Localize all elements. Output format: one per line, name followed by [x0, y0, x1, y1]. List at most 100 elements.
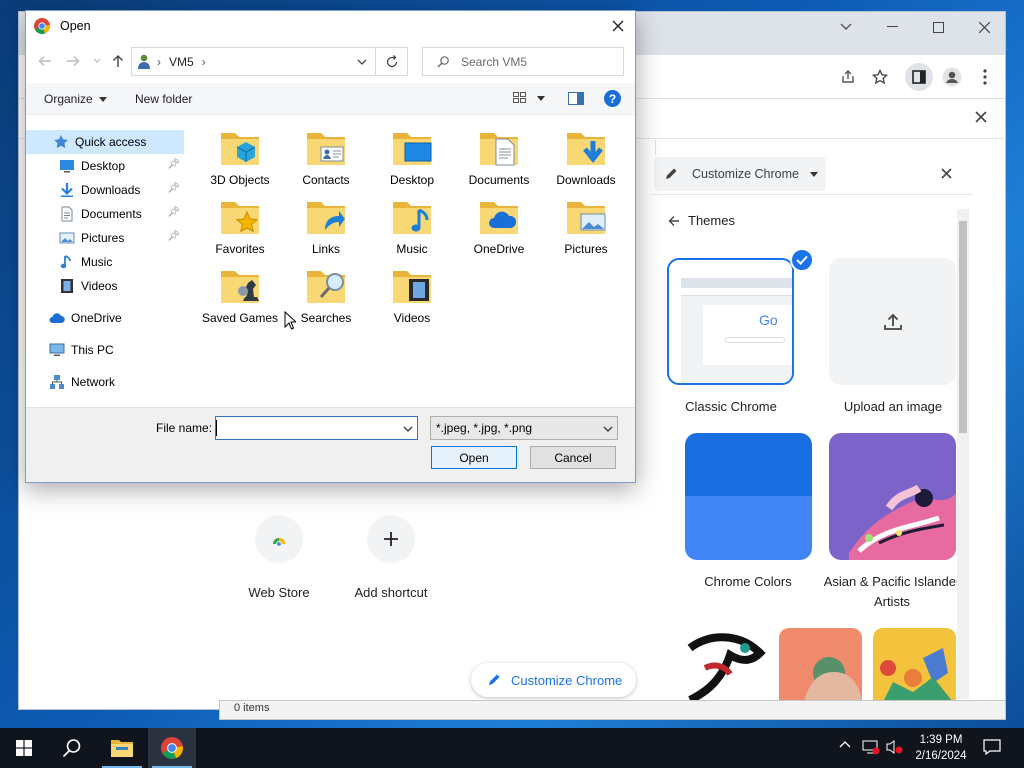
close-window-button[interactable]: [961, 12, 1007, 42]
file-name-combobox[interactable]: [215, 416, 418, 440]
organize-button[interactable]: Organize: [44, 92, 107, 106]
nav-onedrive[interactable]: OneDrive: [26, 306, 184, 330]
nav-item-videos[interactable]: Videos: [26, 274, 184, 298]
theme-card-upload-image[interactable]: [829, 258, 956, 385]
download-arrow-icon: [61, 183, 73, 197]
theme-card-art-1[interactable]: [685, 628, 768, 702]
minimize-button[interactable]: [869, 12, 915, 42]
bookmark-star-icon[interactable]: [866, 63, 894, 91]
ntp-tile-add-shortcut[interactable]: Add shortcut: [346, 515, 436, 600]
ntp-tile-web-store[interactable]: Web Store: [234, 515, 324, 600]
file-explorer-icon: [111, 740, 133, 757]
theme-card-asian-pacific-artists[interactable]: [829, 433, 956, 560]
open-button[interactable]: Open: [431, 446, 517, 469]
menu-kebab-icon[interactable]: [971, 63, 999, 91]
nav-network[interactable]: Network: [26, 370, 184, 394]
theme-card-chrome-colors[interactable]: [685, 433, 812, 560]
nav-item-downloads[interactable]: Downloads 📌︎: [26, 178, 184, 202]
close-panel-icon[interactable]: [941, 168, 952, 179]
file-item[interactable]: Videos: [368, 265, 456, 325]
cancel-button[interactable]: Cancel: [530, 446, 616, 469]
forward-arrow-icon[interactable]: [66, 55, 80, 67]
file-item[interactable]: Links: [282, 196, 370, 256]
nav-quick-access[interactable]: Quick access: [26, 130, 184, 154]
pin-icon: 📌︎: [167, 183, 180, 194]
user-folder-icon: [138, 54, 150, 69]
taskbar-chrome[interactable]: [148, 728, 196, 768]
nav-item-documents[interactable]: Documents 📌︎: [26, 202, 184, 226]
volume-muted-icon[interactable]: [886, 739, 904, 755]
file-label: Favorites: [215, 242, 265, 256]
nav-label: Quick access: [75, 135, 147, 149]
search-icon: [437, 55, 449, 67]
videos-folder-icon: [391, 265, 433, 307]
navigation-row: › VM5 › Search VM5: [26, 41, 635, 83]
customize-chrome-button[interactable]: Customize Chrome: [471, 663, 636, 697]
file-label: OneDrive: [473, 242, 525, 256]
tab-search-chevron-icon[interactable]: [823, 12, 869, 42]
side-panel-selector[interactable]: Customize Chrome: [654, 157, 826, 191]
theme-card-art-2[interactable]: [779, 628, 862, 702]
address-path-bar[interactable]: › VM5 ›: [131, 47, 376, 76]
share-icon[interactable]: [834, 63, 862, 91]
help-icon[interactable]: ?: [604, 90, 621, 107]
close-bar-icon[interactable]: [975, 111, 987, 123]
change-view-button[interactable]: [513, 92, 545, 104]
start-button[interactable]: [0, 728, 48, 768]
file-item[interactable]: OneDrive: [455, 196, 543, 256]
ntp-tile-label: Web Store: [248, 585, 310, 600]
selected-check-icon: [790, 248, 814, 272]
preview-pane-icon[interactable]: [568, 92, 584, 105]
up-arrow-icon[interactable]: [112, 54, 124, 68]
profile-avatar-icon[interactable]: [938, 63, 966, 91]
pin-icon: 📌︎: [167, 231, 180, 242]
file-item[interactable]: Saved Games: [196, 265, 284, 325]
theme-card-art-3[interactable]: [873, 628, 956, 702]
dialog-title-bar: Open: [26, 11, 635, 41]
search-box[interactable]: Search VM5: [422, 47, 624, 76]
file-item[interactable]: 3D Objects: [196, 127, 284, 187]
dialog-footer: File name: *.jpeg, *.jpg, *.png Open Can…: [26, 407, 635, 482]
taskbar-search-button[interactable]: [48, 728, 96, 768]
recent-chevron-icon[interactable]: [93, 58, 101, 63]
network-status-icon[interactable]: [862, 739, 880, 755]
file-list: 3D Objects Contacts Desktop Documents Do…: [196, 121, 626, 401]
nav-item-pictures[interactable]: Pictures 📌︎: [26, 226, 184, 250]
file-item[interactable]: Downloads: [542, 127, 630, 187]
new-folder-button[interactable]: New folder: [135, 92, 192, 106]
file-label: Saved Games: [201, 311, 279, 325]
back-arrow-icon[interactable]: [38, 55, 52, 67]
show-hidden-icons-chevron-icon[interactable]: [839, 740, 851, 748]
refresh-button[interactable]: [376, 47, 408, 76]
back-arrow-icon: [668, 215, 679, 226]
3d-objects-folder-icon: [219, 127, 261, 169]
file-item[interactable]: Contacts: [282, 127, 370, 187]
close-dialog-icon[interactable]: [612, 20, 624, 32]
file-item[interactable]: Music: [368, 196, 456, 256]
classic-chrome-preview: Go: [681, 278, 792, 383]
nav-this-pc[interactable]: This PC: [26, 338, 184, 362]
nav-item-music[interactable]: Music: [26, 250, 184, 274]
music-note-icon: [60, 255, 71, 269]
maximize-button[interactable]: [915, 12, 961, 42]
dropdown-chevron-icon[interactable]: [403, 426, 413, 432]
clock[interactable]: 1:39 PM 2/16/2024: [910, 732, 972, 764]
theme-card-classic-chrome[interactable]: Go: [667, 258, 794, 385]
notifications-icon[interactable]: [983, 739, 1001, 755]
file-item[interactable]: Favorites: [196, 196, 284, 256]
themes-back-link[interactable]: Themes: [668, 213, 735, 228]
file-item[interactable]: Desktop: [368, 127, 456, 187]
path-dropdown-icon[interactable]: [357, 59, 367, 65]
document-icon: [61, 206, 73, 222]
path-segment[interactable]: VM5: [169, 55, 194, 69]
network-icon: [50, 375, 64, 389]
file-name-input[interactable]: [220, 421, 390, 435]
file-type-select[interactable]: *.jpeg, *.jpg, *.png: [430, 416, 618, 440]
side-panel-scrollbar[interactable]: [957, 209, 969, 699]
preview-page: Go: [703, 305, 792, 365]
side-panel-icon[interactable]: [905, 63, 933, 91]
taskbar-file-explorer[interactable]: [98, 728, 146, 768]
file-item[interactable]: Documents: [455, 127, 543, 187]
nav-item-desktop[interactable]: Desktop 📌︎: [26, 154, 184, 178]
file-item[interactable]: Pictures: [542, 196, 630, 256]
